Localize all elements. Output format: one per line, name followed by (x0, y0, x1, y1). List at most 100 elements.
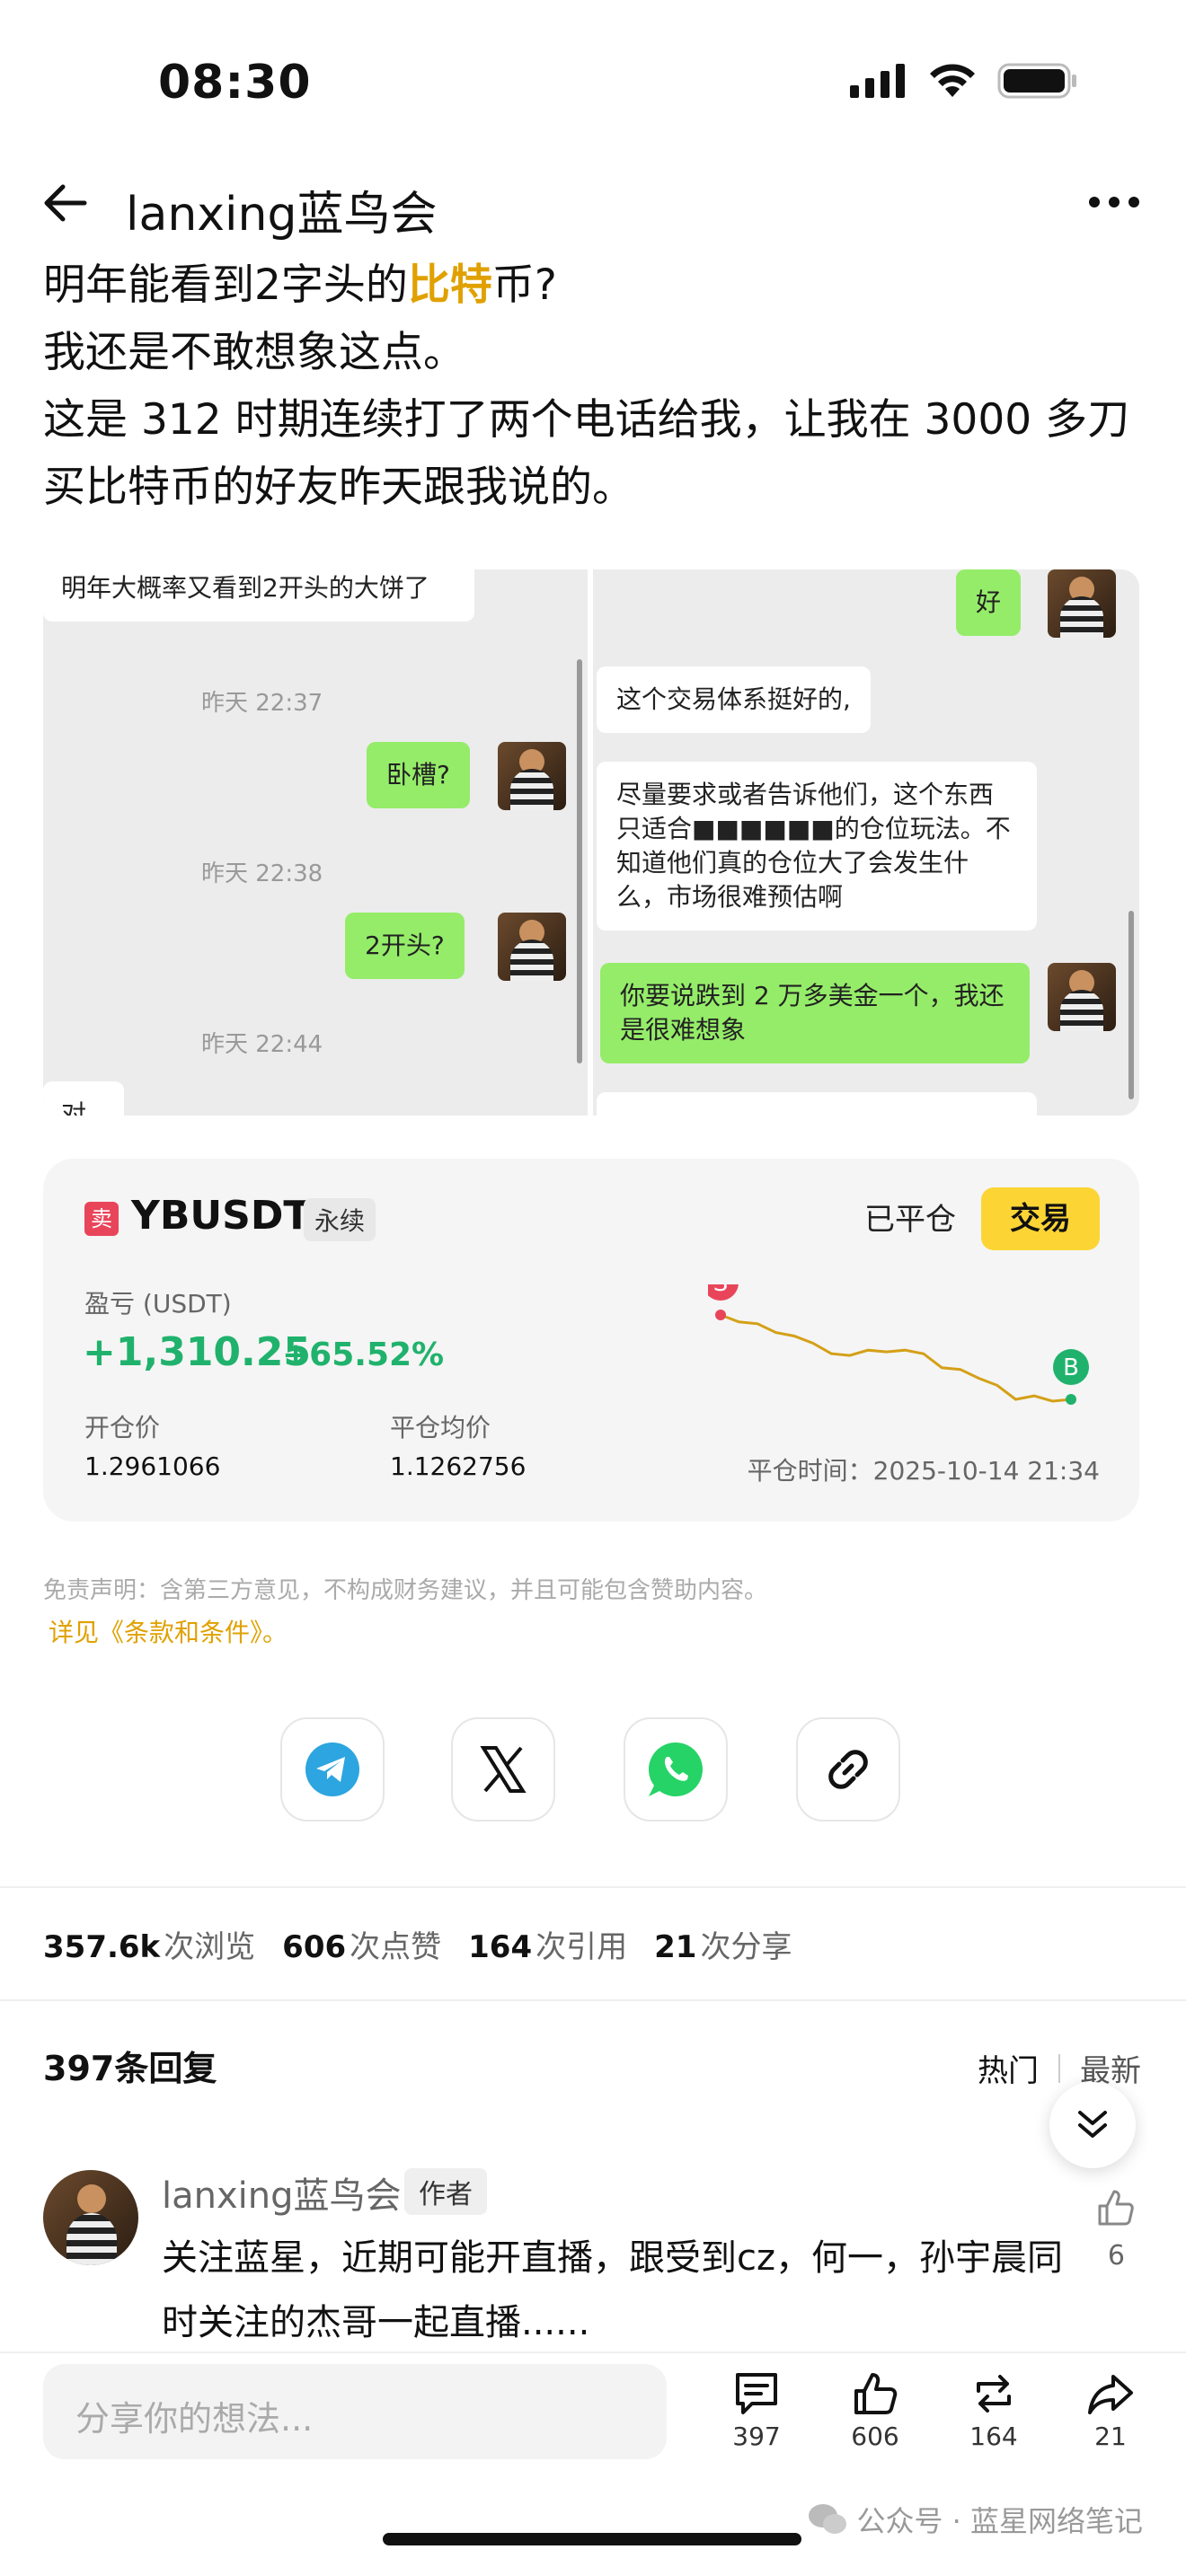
comment-author[interactable]: lanxing蓝鸟会 (162, 2166, 402, 2219)
chat-scrollbar (1128, 911, 1134, 1099)
post-author-name[interactable]: lanxing蓝鸟会 (126, 176, 437, 243)
comment-icon (736, 2373, 777, 2414)
views-stat: 357.6k 次浏览 (43, 1929, 256, 1965)
signal-icon (850, 64, 905, 98)
more-options-icon[interactable] (1087, 189, 1141, 216)
perpetual-tag: 永续 (304, 1198, 376, 1241)
post-stats: 357.6k 次浏览 606 次点赞 164 次引用 21 次分享 (43, 1922, 792, 1966)
sparkline-path (720, 1313, 1072, 1403)
chat-timestamp: 昨天 22:44 (201, 1031, 323, 1058)
repost-action[interactable]: 164 (949, 2369, 1039, 2451)
avg-close-value: 1.1262756 (390, 1451, 527, 1481)
open-price-label: 开仓价 (84, 1413, 161, 1442)
chat-screenshot-left[interactable]: 明年大概率又看到2开头的大饼了 昨天 22:37 卧槽? 昨天 22:38 2开… (43, 569, 588, 1116)
share-link-button[interactable] (796, 1717, 900, 1822)
chat-screenshot-right[interactable]: 好 这个交易体系挺好的, 尽量要求或者告诉他们，这个东西只适合■■■■■■的仓位… (593, 569, 1139, 1116)
pnl-label: 盈亏 (USDT) (84, 1289, 232, 1319)
chat-scrollbar (577, 659, 582, 1063)
disclaimer-text: 免责声明：含第三方意见，不构成财务建议，并且可能包含赞助内容。 (43, 1577, 768, 1604)
sort-hot-tab[interactable]: 热门 (978, 2046, 1039, 2090)
comment-avatar[interactable] (43, 2170, 138, 2265)
trade-symbol: YBUSDT (131, 1193, 311, 1239)
post-text: 币? (491, 260, 557, 310)
pnl-percent: +65.52% (282, 1337, 445, 1373)
back-arrow-icon[interactable] (40, 176, 93, 230)
divider (0, 1999, 1186, 2001)
post-text: 明年能看到2字头的 (43, 260, 408, 310)
trade-card[interactable]: 卖 YBUSDT 永续 已平仓 交易 盈亏 (USDT) +1,310.25 +… (43, 1159, 1139, 1522)
link-icon (828, 1750, 868, 1789)
shares-count: 21 (1094, 2422, 1127, 2451)
like-action[interactable]: 606 (830, 2369, 920, 2451)
terms-link[interactable]: 详见《条款和条件》。 (49, 1613, 288, 1649)
avg-close-label: 平仓均价 (390, 1413, 491, 1442)
whatsapp-icon (649, 1742, 703, 1796)
chat-message-sent: 你要说跌到 2 万多美金一个，我还是很难想象 (600, 963, 1030, 1063)
status-icons (850, 63, 1078, 99)
post-line-3: 这是 312 时期连续打了两个电话给我，让我在 3000 多刀买比特币的好友昨天… (43, 395, 1130, 512)
chat-message-sent: 2开头? (345, 913, 465, 979)
sell-badge: 卖 (84, 1202, 119, 1236)
buy-dot (1066, 1394, 1076, 1406)
chat-message-partial: 明年大概率又看到2开头的大饼了 (43, 569, 474, 622)
position-status: 已平仓 (864, 1202, 956, 1238)
author-badge: 作者 (404, 2168, 487, 2215)
scroll-down-button[interactable] (1049, 2082, 1136, 2168)
share-arrow-icon (1088, 2375, 1133, 2414)
chat-avatar (1048, 963, 1116, 1031)
shares-stat: 21 次分享 (654, 1929, 792, 1965)
status-time: 08:30 (158, 56, 312, 110)
comment-text: 关注蓝星，近期可能开直播，跟受到cz，何一，孙宇晨同时关注的杰哥一起直播....… (162, 2237, 1063, 2343)
chat-message-sent: 好 (956, 569, 1022, 636)
post-line-2: 我还是不敢想象这点。 (43, 328, 465, 377)
wechat-icon (809, 2504, 847, 2534)
hashtag-bitcoin[interactable]: 比特 (408, 260, 492, 310)
wifi-icon (930, 64, 975, 97)
share-action[interactable]: 21 (1066, 2369, 1155, 2451)
share-telegram-button[interactable] (280, 1717, 385, 1822)
likes-stat: 606 次点赞 (282, 1929, 442, 1965)
chat-avatar (498, 742, 566, 810)
chat-message-partial: 对 (43, 1081, 124, 1116)
quotes-stat: 164 次引用 (468, 1929, 628, 1965)
open-price-value: 1.2961066 (84, 1451, 221, 1481)
share-x-button[interactable] (451, 1717, 555, 1822)
likes-count: 606 (851, 2422, 899, 2451)
reply-sort: 热门 最新 (978, 2046, 1141, 2090)
comments-action[interactable]: 397 (712, 2369, 801, 2451)
trade-button[interactable]: 交易 (981, 1187, 1100, 1250)
sell-dot (715, 1310, 726, 1320)
sell-label: S (713, 1284, 729, 1297)
comment-like-count: 6 (1107, 2240, 1125, 2272)
repost-icon (977, 2375, 1011, 2413)
chat-message-partial (597, 1092, 1037, 1116)
watermark: 公众号 · 蓝星网络笔记 (808, 2499, 1143, 2540)
divider (0, 1886, 1186, 1888)
post-line-1: 明年能看到2字头的比特币? (43, 251, 1148, 319)
thumbs-up-icon (854, 2373, 898, 2414)
buy-label: B (1063, 1354, 1079, 1381)
watermark-text: 公众号 · 蓝星网络笔记 (856, 2504, 1143, 2538)
pnl-value: +1,310.25 (83, 1329, 311, 1375)
double-chevron-down-icon (1078, 2111, 1107, 2138)
post-body: 明年能看到2字头的比特币? 我还是不敢想象这点。 这是 312 时期连续打了两个… (43, 251, 1148, 521)
telegram-icon (305, 1742, 359, 1796)
chat-message-received: 尽量要求或者告诉他们，这个东西只适合■■■■■■的仓位玩法。不知道他们真的仓位大… (597, 762, 1037, 931)
home-indicator (383, 2533, 801, 2545)
x-icon (480, 1746, 527, 1793)
chat-message-received: 这个交易体系挺好的, (597, 666, 871, 733)
comment-like-icon[interactable] (1096, 2188, 1136, 2228)
chat-timestamp: 昨天 22:37 (201, 690, 323, 717)
price-sparkline: SB (708, 1284, 1089, 1406)
reposts-count: 164 (969, 2422, 1018, 2451)
chat-avatar (498, 913, 566, 981)
share-whatsapp-button[interactable] (624, 1717, 728, 1822)
close-time: 平仓时间：2025-10-14 21:34 (747, 1456, 1100, 1486)
chat-timestamp: 昨天 22:38 (201, 860, 323, 887)
reply-placeholder: 分享你的想法... (75, 2399, 314, 2439)
comments-count: 397 (732, 2422, 781, 2451)
chat-message-sent: 卧槽? (367, 742, 470, 808)
battery-icon (997, 63, 1076, 99)
chat-avatar (1048, 569, 1116, 638)
sort-divider (1058, 2053, 1060, 2083)
